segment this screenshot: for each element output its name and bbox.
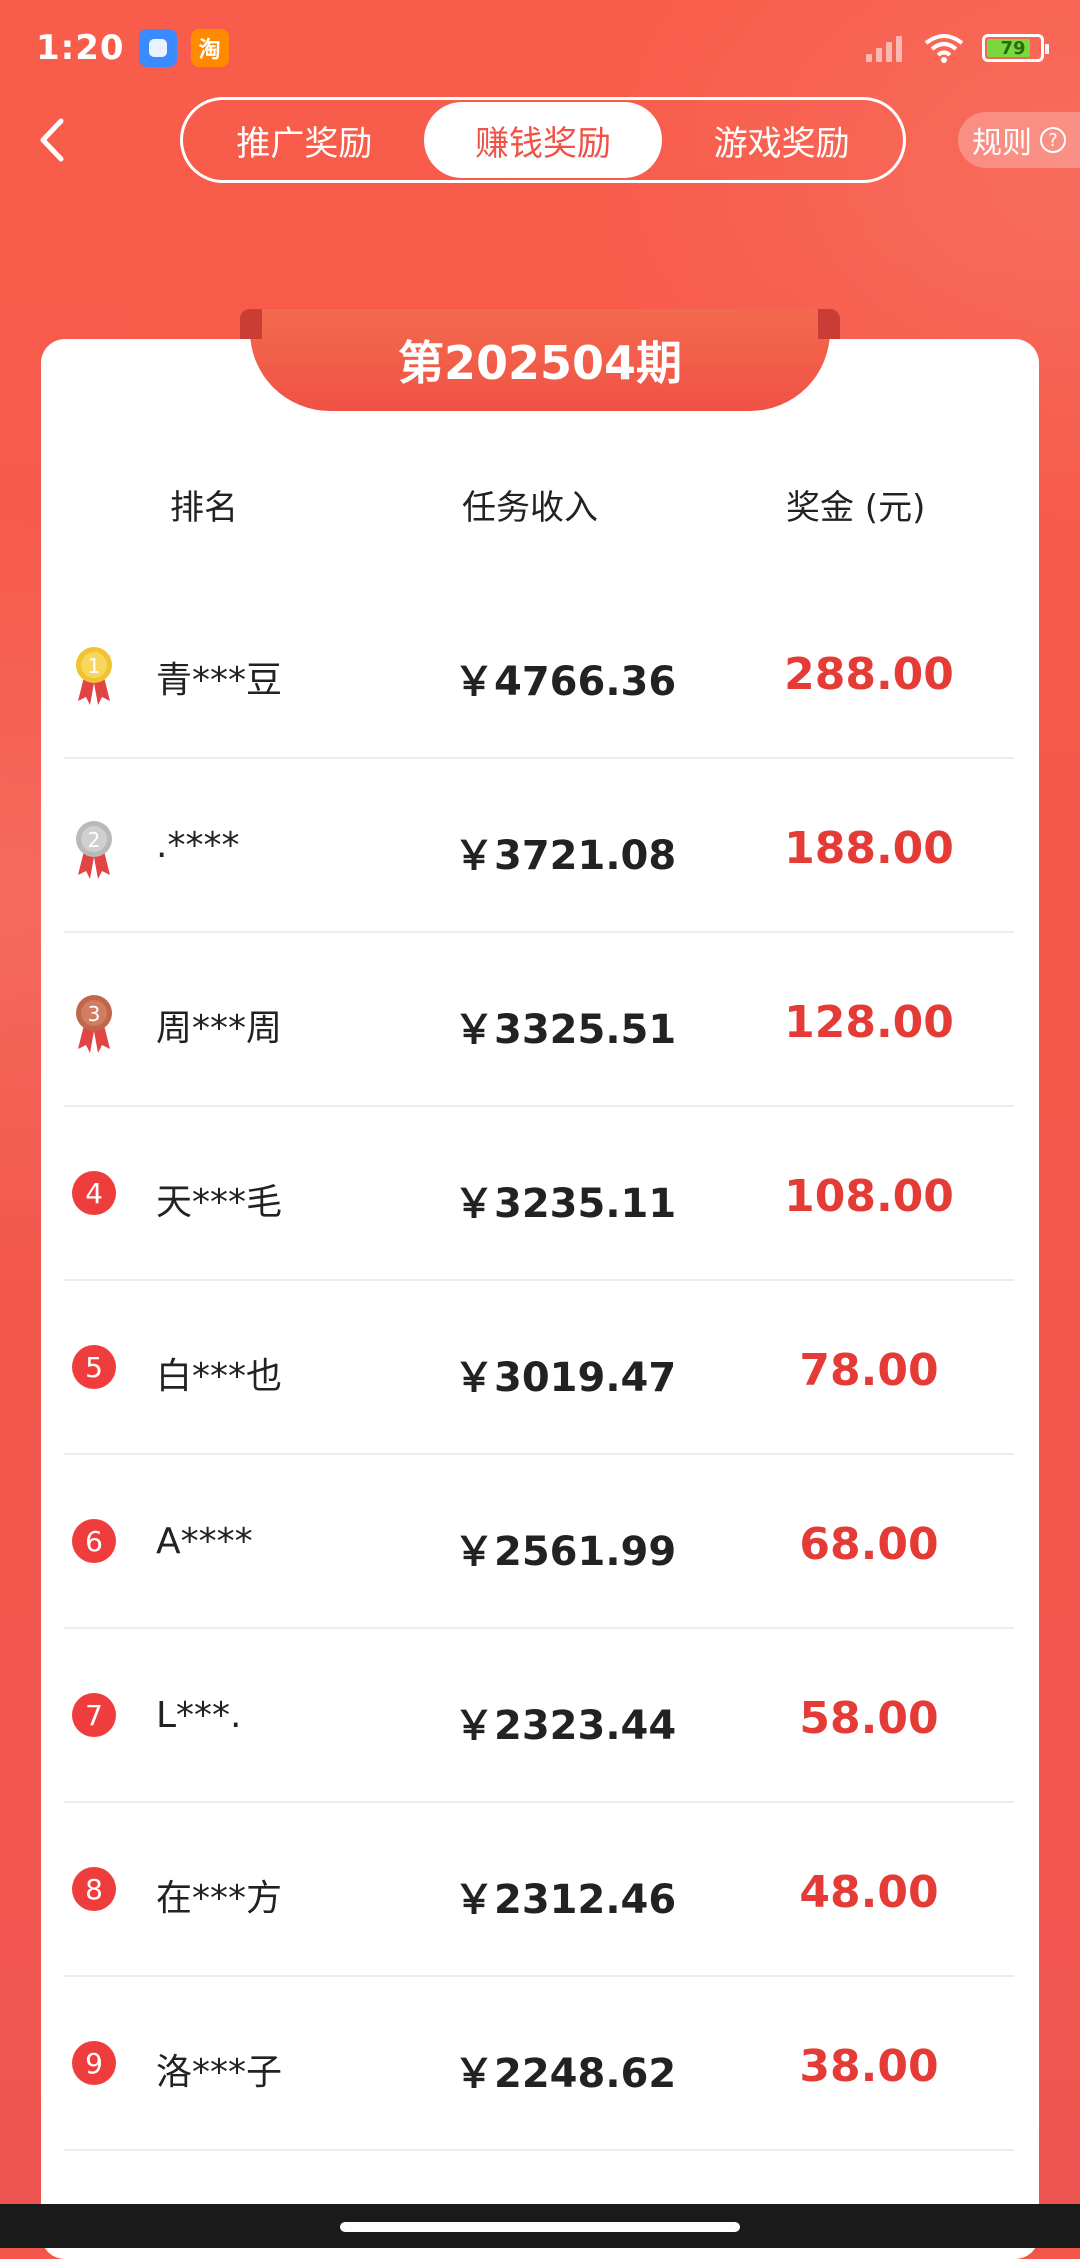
- task-income: ￥3019.47: [454, 1355, 677, 1401]
- gold-medal-icon: 1: [76, 647, 112, 705]
- table-row: 8 在***方 ￥2312.46 48.00: [64, 1803, 1014, 1977]
- battery-level: 79: [1000, 37, 1026, 59]
- prize-amount: 58.00: [799, 1693, 939, 1744]
- table-row: 9 洛***子 ￥2248.62 38.00: [64, 1977, 1014, 2151]
- period-banner: 第202504期: [240, 309, 840, 411]
- rank-badge: 7: [72, 1693, 116, 1737]
- prize-amount: 108.00: [784, 1171, 954, 1222]
- user-name: 青***豆: [156, 660, 283, 701]
- chevron-left-icon: [40, 118, 64, 162]
- user-name: 周***周: [156, 1008, 283, 1049]
- signal-icon: [866, 34, 906, 62]
- table-row: 2 .**** ￥3721.08 188.00: [64, 759, 1014, 933]
- help-icon: ?: [1040, 127, 1066, 153]
- user-name: 洛***子: [156, 2052, 283, 2093]
- prize-amount: 188.00: [784, 823, 954, 874]
- tab-promotion-reward[interactable]: 推广奖励: [185, 102, 424, 178]
- rank-badge: 6: [72, 1519, 116, 1563]
- silver-medal-icon: 2: [76, 821, 112, 879]
- table-row: 7 L***. ￥2323.44 58.00: [64, 1629, 1014, 1803]
- prize-amount: 48.00: [799, 1867, 939, 1918]
- bronze-medal-icon: 3: [76, 995, 112, 1053]
- task-income: ￥2312.46: [454, 1877, 677, 1923]
- status-time: 1:20: [36, 28, 125, 68]
- user-name: 天***毛: [156, 1182, 283, 1223]
- task-income: ￥2561.99: [454, 1529, 677, 1575]
- task-income: ￥2248.62: [454, 2051, 677, 2097]
- taobao-app-icon: 淘: [190, 29, 229, 67]
- rank-badge: 4: [72, 1171, 116, 1215]
- rules-label: 规则: [972, 126, 1032, 161]
- period-title: 第202504期: [397, 336, 683, 390]
- user-name: .****: [156, 825, 240, 866]
- navigation-bar: [0, 2204, 1080, 2248]
- table-row: 3 周***周 ￥3325.51 128.00: [64, 933, 1014, 1107]
- prize-amount: 288.00: [784, 649, 954, 700]
- task-income: ￥2323.44: [454, 1703, 677, 1749]
- table-header: 排名 任务收入 奖金 (元): [64, 480, 1014, 550]
- tab-game-reward[interactable]: 游戏奖励: [662, 102, 901, 178]
- reward-tabs: 推广奖励 赚钱奖励 游戏奖励: [180, 97, 906, 183]
- rank-badge: 9: [72, 2041, 116, 2085]
- task-income: ￥3325.51: [454, 1007, 677, 1053]
- blue-app-icon: [138, 29, 177, 67]
- table-row: 6 A**** ￥2561.99 68.00: [64, 1455, 1014, 1629]
- user-name: 在***方: [156, 1878, 283, 1919]
- user-name: A****: [156, 1521, 253, 1562]
- table-row: 4 天***毛 ￥3235.11 108.00: [64, 1107, 1014, 1281]
- prize-amount: 68.00: [799, 1519, 939, 1570]
- task-income: ￥3235.11: [454, 1181, 677, 1227]
- wifi-icon: [924, 34, 964, 63]
- task-income: ￥3721.08: [454, 833, 677, 879]
- battery-icon: 79: [982, 34, 1049, 62]
- column-prize: 奖金 (元): [786, 488, 926, 528]
- column-income: 任务收入: [462, 488, 598, 528]
- table-row: 5 白***也 ￥3019.47 78.00: [64, 1281, 1014, 1455]
- user-name: 白***也: [156, 1356, 283, 1397]
- rank-number: 3: [88, 1002, 101, 1026]
- rank-badge: 5: [72, 1345, 116, 1389]
- rank-number: 2: [88, 828, 101, 852]
- prize-amount: 38.00: [799, 2041, 939, 2092]
- back-button[interactable]: [22, 110, 82, 170]
- tab-earning-reward[interactable]: 赚钱奖励: [423, 102, 663, 178]
- prize-amount: 128.00: [784, 997, 954, 1048]
- task-income: ￥4766.36: [454, 659, 677, 705]
- rank-number: 1: [88, 654, 101, 678]
- status-bar: 1:20 淘 79: [0, 0, 1080, 96]
- user-name: L***.: [156, 1695, 242, 1736]
- column-rank: 排名: [170, 488, 238, 528]
- home-indicator[interactable]: [340, 2222, 740, 2232]
- table-row: 1 青***豆 ￥4766.36 288.00: [64, 585, 1014, 759]
- rules-button[interactable]: 规则 ?: [958, 112, 1080, 168]
- ranking-list: 1 青***豆 ￥4766.36 288.00 2 .**** ￥3721.08…: [64, 585, 1014, 2151]
- prize-amount: 78.00: [799, 1345, 939, 1396]
- rank-badge: 8: [72, 1867, 116, 1911]
